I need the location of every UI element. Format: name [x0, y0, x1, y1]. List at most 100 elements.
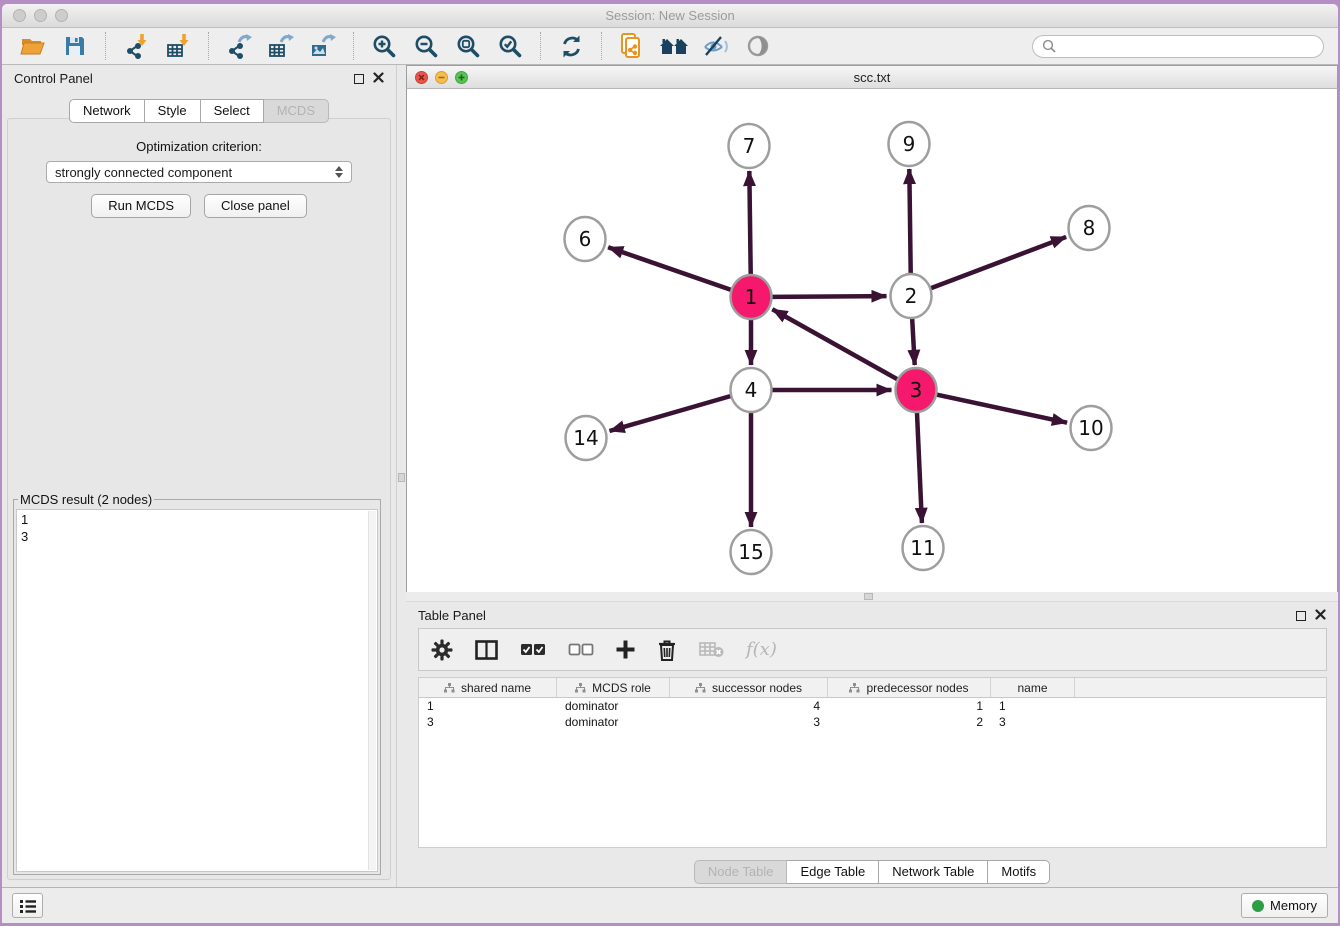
graph-edge-3-11[interactable] [917, 412, 922, 523]
table-panel-title: Table Panel [418, 608, 486, 623]
hide-selected-eye-icon[interactable] [699, 31, 733, 61]
vertical-splitter[interactable] [396, 65, 406, 887]
minimize-window-button[interactable] [34, 9, 47, 22]
open-file-icon[interactable] [16, 31, 50, 61]
network-window-titlebar[interactable]: scc.txt [406, 65, 1338, 89]
import-table-icon[interactable] [161, 31, 195, 61]
new-network-icon[interactable] [615, 31, 649, 61]
float-panel-icon[interactable] [1296, 611, 1306, 621]
mcds-result-list[interactable]: 1 3 [16, 509, 378, 872]
float-panel-icon[interactable] [354, 74, 364, 84]
search-icon [1042, 39, 1056, 53]
close-panel-icon[interactable] [1315, 608, 1326, 623]
table-cell[interactable]: 3 [991, 715, 1075, 729]
memory-status-icon [1252, 900, 1264, 912]
graph-node-label: 1 [745, 285, 758, 309]
zoom-selected-icon[interactable] [493, 31, 527, 61]
export-image-icon[interactable] [306, 31, 340, 61]
zoom-out-icon[interactable] [409, 31, 443, 61]
tab-select[interactable]: Select [201, 99, 264, 123]
control-panel: Control Panel Network Style Select MCDS … [2, 65, 396, 887]
task-history-button[interactable] [12, 893, 43, 918]
show-all-eye-icon[interactable] [741, 31, 775, 61]
table-cell[interactable]: dominator [557, 715, 670, 729]
table-cell[interactable]: 3 [670, 715, 828, 729]
search-box[interactable] [1032, 35, 1324, 58]
deselect-all-icon[interactable] [568, 643, 594, 656]
horizontal-splitter[interactable] [406, 592, 1338, 601]
close-panel-icon[interactable] [373, 71, 384, 86]
network-canvas[interactable]: 7968124314101511 [406, 89, 1338, 592]
combo-stepper-icon [335, 166, 343, 178]
splitter-grip[interactable] [398, 473, 405, 482]
search-input[interactable] [1061, 38, 1314, 54]
graph-edge-1-2[interactable] [772, 296, 886, 297]
column-header-mcds-role[interactable]: MCDS role [557, 678, 670, 697]
application-window: Session: New Session [2, 4, 1338, 923]
export-table-icon[interactable] [264, 31, 298, 61]
search-field-wrap [779, 31, 1324, 61]
add-column-plus-icon[interactable] [616, 640, 635, 659]
table-cell[interactable]: dominator [557, 699, 670, 713]
graph-edge-2-3[interactable] [912, 318, 915, 365]
tab-motifs[interactable]: Motifs [988, 860, 1050, 884]
tree-icon [695, 683, 706, 693]
column-header-predecessor-nodes[interactable]: predecessor nodes [828, 678, 991, 697]
splitter-grip[interactable] [864, 593, 873, 600]
delete-column-trash-icon[interactable] [657, 639, 677, 661]
tab-network-table[interactable]: Network Table [879, 860, 988, 884]
graph-edge-3-10[interactable] [937, 395, 1067, 423]
table-cell[interactable]: 4 [670, 699, 828, 713]
import-network-icon[interactable] [119, 31, 153, 61]
optimization-criterion-select[interactable]: strongly connected component [46, 161, 352, 183]
tab-node-table[interactable]: Node Table [694, 860, 788, 884]
export-network-icon[interactable] [222, 31, 256, 61]
table-cell[interactable]: 2 [828, 715, 991, 729]
close-window-button[interactable] [13, 9, 26, 22]
table-row[interactable]: 1dominator411 [419, 698, 1326, 714]
control-panel-tabs: Network Style Select MCDS [2, 99, 396, 123]
refresh-icon[interactable] [554, 31, 588, 61]
graph-node-label: 4 [745, 378, 758, 402]
maximize-window-button[interactable] [55, 9, 68, 22]
network-graph[interactable]: 7968124314101511 [407, 89, 1338, 592]
network-close-button[interactable] [415, 71, 428, 84]
window-controls [13, 9, 68, 22]
table-panel-tabs: Node Table Edge Table Network Table Moti… [406, 860, 1338, 884]
function-builder-icon[interactable]: f(x) [746, 639, 777, 660]
table-toolbar: f(x) [418, 628, 1327, 671]
run-mcds-button[interactable]: Run MCDS [91, 194, 191, 218]
graph-edge-1-6[interactable] [608, 247, 731, 289]
network-minimize-button[interactable] [435, 71, 448, 84]
result-scrollbar[interactable] [368, 511, 376, 870]
graph-edge-4-14[interactable] [610, 396, 731, 431]
table-settings-gear-icon[interactable] [431, 639, 453, 661]
save-session-icon[interactable] [58, 31, 92, 61]
zoom-fit-icon[interactable] [451, 31, 485, 61]
network-maximize-button[interactable] [455, 71, 468, 84]
table-cell[interactable]: 1 [991, 699, 1075, 713]
tab-style[interactable]: Style [145, 99, 201, 123]
graph-edge-2-8[interactable] [931, 237, 1066, 288]
tab-edge-table[interactable]: Edge Table [787, 860, 879, 884]
column-header-successor-nodes[interactable]: successor nodes [670, 678, 828, 697]
table-cell[interactable]: 1 [828, 699, 991, 713]
close-panel-button[interactable]: Close panel [204, 194, 307, 218]
select-all-icon[interactable] [520, 643, 546, 656]
delete-table-icon[interactable] [699, 641, 724, 658]
main-toolbar [2, 28, 1338, 65]
tab-network[interactable]: Network [69, 99, 145, 123]
graph-edge-1-7[interactable] [749, 171, 750, 275]
tab-mcds[interactable]: MCDS [264, 99, 329, 123]
first-neighbors-icon[interactable] [657, 31, 691, 61]
zoom-in-icon[interactable] [367, 31, 401, 61]
memory-button[interactable]: Memory [1241, 893, 1328, 918]
toggle-panels-icon[interactable] [475, 640, 498, 660]
graph-edge-3-1[interactable] [772, 309, 897, 379]
table-row[interactable]: 3dominator323 [419, 714, 1326, 730]
table-cell[interactable]: 1 [419, 699, 557, 713]
column-header-name[interactable]: name [991, 678, 1075, 697]
table-cell[interactable]: 3 [419, 715, 557, 729]
graph-edge-2-9[interactable] [909, 169, 910, 274]
column-header-shared-name[interactable]: shared name [419, 678, 557, 697]
